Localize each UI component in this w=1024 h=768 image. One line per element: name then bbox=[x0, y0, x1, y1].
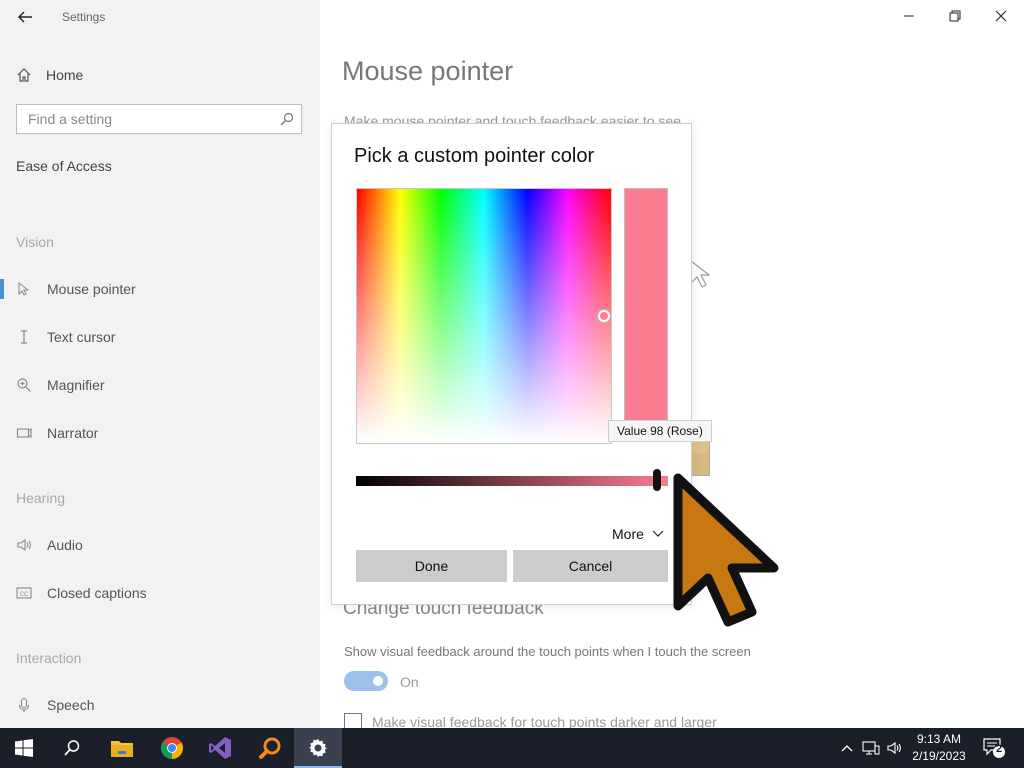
magnifier-app-icon bbox=[259, 737, 281, 759]
toggle-state-label: On bbox=[400, 674, 419, 690]
svg-text:CC: CC bbox=[20, 592, 29, 598]
touch-feedback-toggle[interactable] bbox=[344, 671, 388, 691]
magnifier-icon bbox=[16, 377, 32, 393]
search-icon bbox=[64, 740, 80, 756]
nav-home-label: Home bbox=[46, 67, 84, 83]
taskbar: 9:13 AM 2/19/2023 2 bbox=[0, 728, 1024, 768]
network-icon bbox=[862, 741, 880, 755]
search-input[interactable] bbox=[17, 105, 289, 133]
nav-group-vision: Vision bbox=[16, 234, 54, 250]
sidebar-item-label: Audio bbox=[47, 537, 83, 553]
sidebar-item-text-cursor[interactable]: Text cursor bbox=[0, 321, 320, 353]
nav-group-interaction: Interaction bbox=[16, 650, 82, 666]
sidebar-item-label: Narrator bbox=[47, 425, 99, 441]
app-title: Settings bbox=[62, 10, 106, 24]
action-center-button[interactable]: 2 bbox=[980, 728, 1008, 768]
sidebar-item-label: Speech bbox=[47, 697, 95, 713]
chevron-up-icon bbox=[841, 745, 853, 752]
nav-group-hearing: Hearing bbox=[16, 490, 66, 506]
visual-studio-icon bbox=[209, 737, 231, 759]
restore-icon bbox=[949, 10, 961, 22]
custom-color-dialog: Pick a custom pointer color Value 98 (Ro… bbox=[331, 123, 712, 605]
restore-button[interactable] bbox=[932, 0, 978, 32]
large-mouse-cursor-icon bbox=[673, 473, 779, 627]
sidebar-item-label: Text cursor bbox=[47, 329, 116, 345]
sidebar-item-closed-captions[interactable]: CC Closed captions bbox=[0, 577, 320, 609]
sidebar-item-label: Closed captions bbox=[47, 585, 147, 601]
sidebar-item-audio[interactable]: Audio bbox=[0, 529, 320, 561]
clock-date: 2/19/2023 bbox=[912, 749, 966, 763]
sidebar-item-mouse-pointer[interactable]: Mouse pointer bbox=[0, 273, 320, 305]
visual-studio-button[interactable] bbox=[196, 728, 244, 768]
close-button[interactable] bbox=[978, 0, 1024, 32]
sidebar-item-label: Magnifier bbox=[47, 377, 105, 393]
color-preview bbox=[624, 188, 668, 438]
color-spectrum[interactable] bbox=[356, 188, 612, 444]
back-button[interactable] bbox=[12, 6, 38, 28]
pointer-preview-icon bbox=[690, 260, 710, 288]
sidebar-item-magnifier[interactable]: Magnifier bbox=[0, 369, 320, 401]
page-title: Mouse pointer bbox=[342, 56, 514, 86]
chrome-icon bbox=[161, 737, 183, 759]
chrome-button[interactable] bbox=[148, 728, 196, 768]
settings-gear-icon bbox=[309, 739, 327, 757]
file-explorer-icon bbox=[111, 741, 133, 757]
minimize-icon bbox=[904, 15, 914, 17]
more-label: More bbox=[612, 526, 644, 542]
cancel-button[interactable]: Cancel bbox=[513, 550, 668, 582]
start-button[interactable] bbox=[0, 728, 48, 768]
close-icon bbox=[995, 10, 1007, 22]
sidebar-item-narrator[interactable]: Narrator bbox=[0, 417, 320, 449]
taskbar-clock[interactable]: 9:13 AM 2/19/2023 bbox=[908, 731, 970, 765]
home-icon bbox=[17, 68, 31, 82]
windows-start-icon bbox=[15, 739, 33, 757]
more-button[interactable]: More bbox=[612, 526, 664, 542]
clock-time: 9:13 AM bbox=[916, 732, 962, 746]
done-button[interactable]: Done bbox=[356, 550, 507, 582]
minimize-button[interactable] bbox=[886, 0, 932, 32]
microphone-icon bbox=[16, 697, 32, 713]
value-slider[interactable] bbox=[356, 476, 668, 486]
network-button[interactable] bbox=[860, 728, 882, 768]
show-hidden-icons-button[interactable] bbox=[838, 728, 856, 768]
file-explorer-button[interactable] bbox=[98, 728, 146, 768]
toggle-knob bbox=[373, 676, 383, 686]
settings-nav-pane: Settings Home Ease of Access Vision Mous… bbox=[0, 0, 320, 728]
mouse-pointer-icon bbox=[16, 281, 32, 297]
settings-taskbar-button[interactable] bbox=[294, 728, 342, 768]
spectrum-selector-handle[interactable] bbox=[598, 310, 610, 322]
value-tooltip: Value 98 (Rose) bbox=[608, 420, 712, 442]
search-icon bbox=[280, 112, 294, 126]
volume-icon bbox=[887, 741, 901, 755]
magnifier-app-button[interactable] bbox=[246, 728, 294, 768]
chevron-down-icon bbox=[652, 530, 664, 537]
selected-indicator bbox=[0, 279, 4, 299]
sidebar-item-label: Mouse pointer bbox=[47, 281, 136, 297]
sidebar-item-speech[interactable]: Speech bbox=[0, 689, 320, 721]
touch-feedback-description: Show visual feedback around the touch po… bbox=[344, 644, 751, 659]
nav-section-title: Ease of Access bbox=[16, 158, 112, 174]
narrator-icon bbox=[16, 425, 32, 441]
taskbar-search-button[interactable] bbox=[48, 728, 96, 768]
volume-button[interactable] bbox=[884, 728, 904, 768]
speaker-icon bbox=[16, 537, 32, 553]
text-cursor-icon bbox=[16, 329, 32, 345]
notification-count-badge: 2 bbox=[995, 743, 1003, 755]
closed-captions-icon: CC bbox=[16, 585, 32, 601]
dialog-title: Pick a custom pointer color bbox=[354, 145, 595, 167]
value-slider-thumb[interactable] bbox=[653, 469, 661, 491]
back-arrow-icon bbox=[18, 11, 32, 23]
search-box[interactable] bbox=[16, 104, 302, 134]
nav-home[interactable]: Home bbox=[16, 64, 83, 86]
